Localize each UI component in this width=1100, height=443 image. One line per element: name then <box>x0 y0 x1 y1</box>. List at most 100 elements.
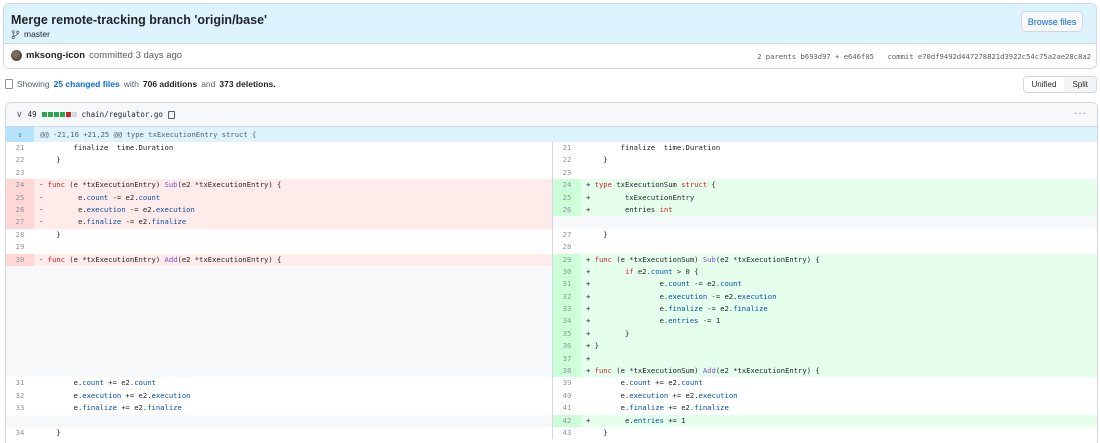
line-number[interactable]: 37 <box>553 352 581 366</box>
diff-view-toggle: Unified Split <box>1022 76 1097 93</box>
diff-right-line: 30 + if e2.count > 0 { <box>552 265 1097 279</box>
file-diff-icon <box>5 79 13 89</box>
line-number[interactable]: 31 <box>553 278 581 291</box>
diff-row: 33 e.finalize += e2.finalize 41 e.finaliz… <box>6 402 1097 415</box>
diffstat-block-add <box>53 112 59 117</box>
diff-left-line: 30- func (e *txExecutionEntry) Add(e2 *t… <box>6 253 552 266</box>
line-number[interactable]: 29 <box>553 253 581 266</box>
line-number[interactable]: 42 <box>553 414 581 427</box>
line-number[interactable]: 23 <box>553 167 581 179</box>
line-number[interactable]: 21 <box>553 142 581 154</box>
commit-title: Merge remote-tracking branch 'origin/bas… <box>11 13 268 27</box>
line-number[interactable]: 27 <box>553 229 581 241</box>
code-line: } <box>39 427 61 437</box>
code-line: + func (e *txExecutionSum) Sub(e2 *txExe… <box>581 253 1097 266</box>
code-line: - func (e *txExecutionEntry) Add(e2 *txE… <box>34 253 552 266</box>
code-line: e.count += e2.count <box>586 378 703 388</box>
copy-icon[interactable] <box>167 110 175 119</box>
diff-left-line: 24- func (e *txExecutionEntry) Sub(e2 *t… <box>6 179 552 192</box>
diff-right-line: 43 } <box>552 426 1097 440</box>
code-line: - func (e *txExecutionEntry) Sub(e2 *txE… <box>34 179 552 192</box>
git-branch-icon <box>11 29 20 39</box>
line-number[interactable]: 39 <box>553 377 581 389</box>
diff-right-line: 31 + e.count -= e2.count <box>552 278 1097 291</box>
line-number[interactable]: 33 <box>6 402 34 414</box>
line-number[interactable]: 31 <box>6 377 34 389</box>
code-line: + func (e *txExecutionSum) Add(e2 *txExe… <box>581 365 1097 378</box>
diff-row: 31 + e.count -= e2.count <box>6 278 1097 291</box>
code-line: + type txExecutionSum struct { <box>581 179 1097 192</box>
code-line: e.finalize += e2.finalize <box>586 403 729 413</box>
diff-row: 29 28 <box>6 241 1097 254</box>
branch-label[interactable]: master <box>11 29 50 39</box>
line-number[interactable]: 34 <box>6 427 34 439</box>
commit-parents[interactable]: 2 parents b693d97 + e646f05 <box>757 52 874 61</box>
code-line: finalize time.Duration <box>39 143 174 152</box>
code-line: e.execution += e2.execution <box>586 390 738 400</box>
changed-files-link[interactable]: 25 changed files <box>54 79 120 89</box>
code-line: e.execution += e2.execution <box>39 390 191 400</box>
line-number[interactable]: 30 <box>553 265 581 279</box>
line-number[interactable]: 43 <box>553 427 581 439</box>
diff-right-line: 38 + func (e *txExecutionSum) Add(e2 *txE… <box>552 365 1097 378</box>
line-number[interactable]: 28 <box>553 241 581 253</box>
line-number[interactable]: 29 <box>6 241 34 253</box>
line-number[interactable]: 32 <box>6 390 34 402</box>
unified-view-button[interactable]: Unified <box>1023 77 1065 92</box>
file-path[interactable]: chain/regulator.go <box>82 110 163 119</box>
line-number[interactable]: 36 <box>553 340 581 353</box>
line-number[interactable]: 32 <box>553 290 581 304</box>
code-line: + e.count -= e2.count <box>581 278 1097 291</box>
split-view-button[interactable]: Split <box>1064 77 1096 92</box>
diff-row: 32 e.execution += e2.execution 40 e.execu… <box>6 389 1097 403</box>
line-number[interactable]: 25 <box>6 191 34 204</box>
line-number[interactable]: 25 <box>553 191 581 204</box>
additions-count: 706 additions <box>142 79 198 89</box>
line-number[interactable]: 26 <box>553 203 581 217</box>
line-number[interactable]: 30 <box>6 253 34 266</box>
line-number[interactable]: 23 <box>6 167 34 179</box>
line-number[interactable]: 34 <box>553 315 581 328</box>
hunk-header: ↕ @@ -21,16 +21,25 @@ type txExecutionEn… <box>6 127 1097 142</box>
chevron-down-icon[interactable]: ∨ <box>16 109 23 120</box>
diff-right-line: 28 <box>552 241 1097 254</box>
line-number[interactable]: 26 <box>6 203 34 217</box>
line-number[interactable]: 35 <box>553 327 581 341</box>
diff-right-line: 41 e.finalize += e2.finalize <box>552 402 1097 415</box>
avatar[interactable] <box>11 50 22 61</box>
diff-right-line: 24 + type txExecutionSum struct { <box>552 179 1097 192</box>
change-count: 49 <box>27 110 37 119</box>
author-name[interactable]: mksong-icon <box>26 50 85 61</box>
diff-left-line <box>6 278 552 291</box>
line-number[interactable]: 24 <box>553 179 581 192</box>
line-number[interactable]: 40 <box>553 390 581 402</box>
more-options-icon[interactable]: ··· <box>1074 108 1087 119</box>
diff-row: 37 + <box>6 352 1097 366</box>
diff-left-line: 29 <box>6 241 552 253</box>
diff-row: 27- e.finalize -= e2.finalize <box>6 216 1097 229</box>
line-number[interactable]: 28 <box>6 229 34 241</box>
diff-left-line: 26- e.execution -= e2.execution <box>6 203 552 217</box>
diff-right-line: 32 + e.execution -= e2.execution <box>552 290 1097 304</box>
code-line: + e.execution -= e2.execution <box>581 290 1097 304</box>
code-line: } <box>586 427 608 437</box>
expand-up-icon[interactable]: ↕ <box>6 127 34 142</box>
diff-left-line: 25- e.count -= e2.count <box>6 191 552 204</box>
diff-left-line <box>6 414 552 427</box>
browse-files-button[interactable]: Browse files <box>1021 11 1083 32</box>
line-number[interactable]: 38 <box>553 365 581 378</box>
line-number[interactable]: 22 <box>553 154 581 166</box>
line-number[interactable]: 24 <box>6 179 34 192</box>
diffstat-blocks <box>41 112 77 117</box>
diff-row: 25- e.count -= e2.count 25 + txExecutionEn… <box>6 191 1097 204</box>
line-number[interactable]: 21 <box>6 142 34 154</box>
diff-row: 22 } 22 } <box>6 154 1097 167</box>
branch-name: master <box>24 29 50 39</box>
line-number[interactable]: 41 <box>553 402 581 414</box>
line-number[interactable]: 27 <box>6 216 34 229</box>
line-number[interactable]: 22 <box>6 154 34 166</box>
diff-left-line: 22 } <box>6 154 552 166</box>
diff-right-line <box>552 216 1097 229</box>
line-number[interactable]: 33 <box>553 303 581 316</box>
